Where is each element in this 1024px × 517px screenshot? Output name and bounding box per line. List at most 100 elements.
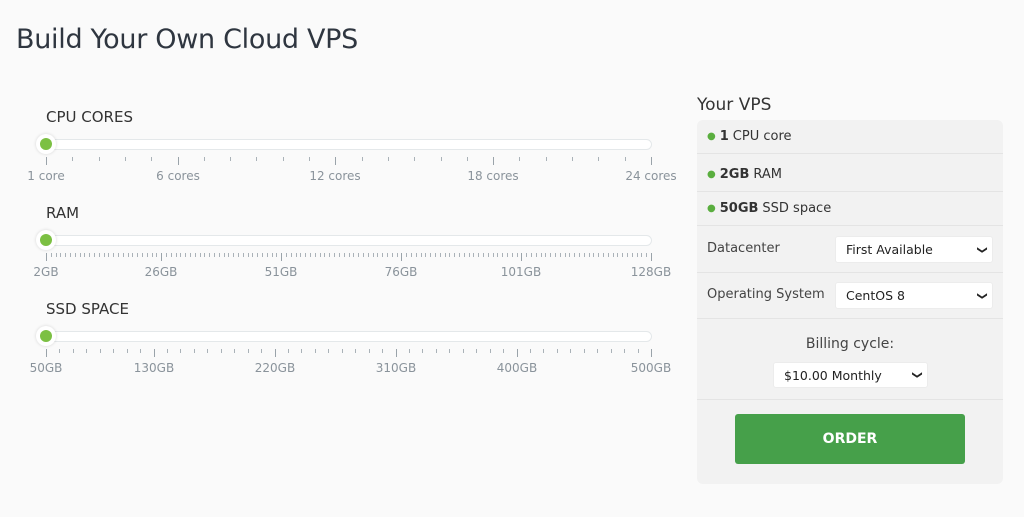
minor-tick [59,349,60,353]
minor-tick [113,253,114,257]
ssd-space-track[interactable] [44,331,652,342]
minor-tick [387,253,388,257]
minor-tick [73,349,74,353]
minor-tick [440,253,441,257]
ssd-space-handle[interactable] [36,326,56,346]
minor-tick [262,253,263,257]
minor-tick [228,253,229,257]
minor-tick [315,253,316,257]
minor-tick [123,253,124,257]
minor-tick [638,349,639,353]
minor-tick [151,157,152,161]
minor-tick [65,253,66,257]
major-tick [46,157,47,165]
bullet-icon: ● [707,169,716,180]
chevron-down-icon: ❯ [911,370,923,380]
os-row: Operating System CentOS 8 ❯ [697,273,1003,319]
minor-tick [397,253,398,257]
tick-label: 50GB [29,361,63,375]
minor-tick [233,253,234,257]
minor-tick [536,253,537,257]
minor-tick [75,253,76,257]
minor-tick [617,253,618,257]
tick-label: 128GB [630,265,672,279]
minor-tick [147,253,148,257]
minor-tick [490,349,491,353]
minor-tick [221,349,222,353]
minor-tick [291,253,292,257]
spec-cpu: ● 1 CPU core [697,120,1003,154]
minor-tick [388,157,389,161]
tick-label: 76GB [384,265,418,279]
tick-label: 18 cores [467,169,519,183]
os-select[interactable]: CentOS 8 ❯ [835,282,993,309]
cpu-cores-handle[interactable] [36,134,56,154]
minor-tick [176,253,177,257]
minor-tick [611,349,612,353]
tick-label: 400GB [496,361,538,375]
minor-tick [613,253,614,257]
minor-tick [641,253,642,257]
minor-tick [625,157,626,161]
spec-ram: ● 2GB RAM [697,158,1003,192]
minor-tick [349,253,350,257]
minor-tick [310,253,311,257]
billing-cycle-select[interactable]: $10.00 Monthly ❯ [773,362,928,388]
minor-tick [436,349,437,353]
cpu-cores-label: CPU CORES [46,108,133,126]
minor-tick [430,253,431,257]
minor-tick [86,349,87,353]
minor-tick [128,253,129,257]
minor-tick [572,157,573,161]
minor-tick [411,253,412,257]
major-tick [401,253,402,261]
datacenter-selected: First Available [846,242,933,257]
minor-tick [339,253,340,257]
minor-tick [300,253,301,257]
minor-tick [99,253,100,257]
minor-tick [190,253,191,257]
tick-label: 26GB [144,265,178,279]
minor-tick [557,349,558,353]
minor-tick [180,253,181,257]
minor-tick [127,349,128,353]
datacenter-select[interactable]: First Available ❯ [835,236,993,263]
minor-tick [608,253,609,257]
minor-tick [545,253,546,257]
minor-tick [627,253,628,257]
minor-tick [598,253,599,257]
minor-tick [230,157,231,161]
major-tick [161,253,162,261]
minor-tick [406,253,407,257]
minor-tick [137,253,138,257]
minor-tick [214,253,215,257]
ram-handle[interactable] [36,230,56,250]
minor-tick [113,349,114,353]
minor-tick [108,253,109,257]
minor-tick [324,253,325,257]
minor-tick [467,157,468,161]
datacenter-label: Datacenter [707,241,780,256]
minor-tick [392,253,393,257]
os-label: Operating System [707,287,825,302]
page-title: Build Your Own Cloud VPS [16,24,359,55]
minor-tick [315,349,316,353]
minor-tick [167,349,168,353]
minor-tick [632,253,633,257]
ram-track[interactable] [44,235,652,246]
minor-tick [89,253,90,257]
order-button[interactable]: ORDER [735,414,965,464]
cpu-cores-track[interactable] [44,139,652,150]
minor-tick [329,253,330,257]
minor-tick [421,253,422,257]
minor-tick [377,253,378,257]
os-selected: CentOS 8 [846,288,905,303]
spec-cpu-value: 1 [719,129,729,144]
spec-ssd: ● 50GB SSD space [697,192,1003,226]
minor-tick [309,157,310,161]
minor-tick [502,253,503,257]
major-tick [281,253,282,261]
minor-tick [483,253,484,257]
minor-tick [104,253,105,257]
minor-tick [425,253,426,257]
